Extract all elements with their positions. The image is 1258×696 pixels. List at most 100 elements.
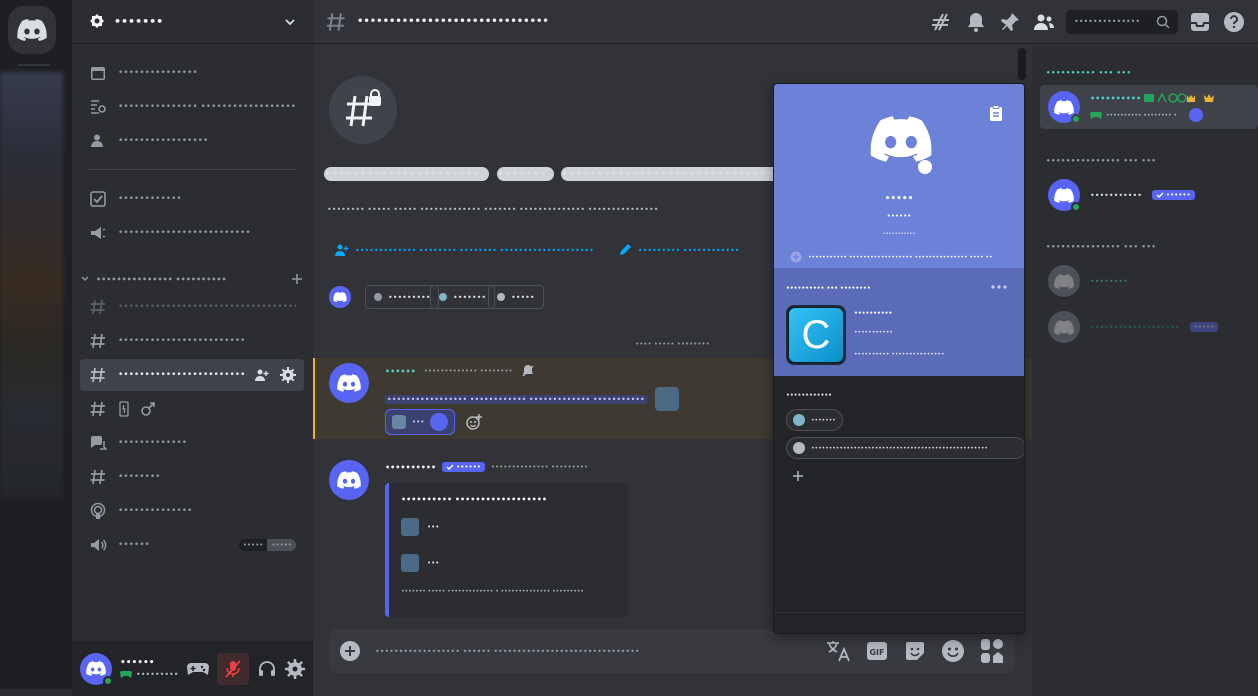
add-reaction-icon[interactable] [465, 413, 483, 431]
channel-item[interactable]: •••••••••••••• [80, 495, 304, 527]
bell-icon[interactable] [964, 10, 988, 34]
sidebar-item-events[interactable]: ••••••••••••••• [80, 57, 304, 89]
voice-channel-item[interactable]: •••••• ••••• ••••• [80, 529, 304, 561]
emoji-icon[interactable] [941, 639, 965, 663]
voice-user-count: ••••• ••••• [238, 539, 296, 551]
edit-channel-link[interactable]: ••••••••• •••••••••••• [618, 243, 740, 257]
message-author[interactable]: •••••••••• [385, 463, 436, 472]
avatar[interactable] [80, 652, 113, 686]
user-status: ••••••••• [120, 670, 179, 679]
welcome-description: •••••••• ••••• ••••• ••••••••••••• •••••… [327, 205, 659, 214]
microphone-muted-icon [225, 659, 241, 678]
male-sign-icon [141, 402, 155, 416]
add-role-icon[interactable] [792, 470, 804, 482]
hashtag-icon [90, 333, 105, 349]
inbox-icon[interactable] [1188, 10, 1212, 34]
clipboard-icon[interactable] [988, 105, 1004, 121]
gear-icon[interactable] [280, 367, 296, 383]
plus-icon[interactable] [290, 272, 304, 286]
member-item-offline[interactable]: ••••••••••••••••••• ••••• [1040, 305, 1258, 349]
reaction-button[interactable]: ••• [385, 409, 456, 435]
status-indicator [918, 160, 932, 174]
tag-dot [439, 293, 447, 301]
reactions: ••• [385, 409, 483, 435]
threads-icon[interactable] [930, 10, 954, 34]
welcome-links: ••••••••••••• •••••••• •••••••• ••••••••… [335, 243, 740, 257]
user-info[interactable]: •••••• ••••••••• [120, 658, 179, 679]
member-item-offline[interactable]: •••••••• [1040, 259, 1258, 303]
channel-label: ••••••••••••• [118, 438, 188, 448]
discord-logo-icon [870, 116, 932, 162]
sticker-icon[interactable] [903, 639, 927, 663]
role-chip[interactable]: ••••••••••••••••••••••••••••••••••••••••… [786, 437, 1024, 459]
discord-logo-icon [337, 471, 361, 489]
role-chip[interactable]: ••••••• [786, 409, 843, 431]
message-author[interactable]: •••••• [385, 367, 416, 376]
message-text: ••••••••••••••••• •••••••••••• •••••••••… [385, 394, 647, 404]
profile-avatar[interactable] [870, 116, 932, 174]
hashtag-icon [90, 401, 105, 417]
activity-app-icon [1189, 108, 1204, 122]
invite-link[interactable]: ••••••••••••• •••••••• •••••••• ••••••••… [335, 243, 594, 257]
channel-item[interactable]: •••••••••••••••••••••••• [80, 325, 304, 357]
help-icon[interactable] [1222, 10, 1246, 34]
member-list: •••••••••• ••• ••• •••••••••• ••••••••••… [1032, 45, 1258, 696]
search-input[interactable]: •••••••••••••• [1066, 9, 1178, 34]
sidebar-item-browse[interactable]: ••••••••••••••• •••••••••••••••••••••••• [80, 91, 304, 123]
member-item[interactable]: ••••••••••• •••••• [1040, 173, 1258, 217]
home-button[interactable] [8, 6, 56, 54]
channel-tag[interactable]: ••••••••• [365, 285, 440, 309]
pin-icon[interactable] [998, 10, 1022, 34]
plus-circle-icon[interactable] [339, 640, 361, 662]
gear-icon[interactable] [285, 658, 305, 679]
channel-tag[interactable]: ••••• [488, 285, 544, 309]
apps-icon[interactable] [979, 637, 1005, 665]
avatar[interactable] [329, 460, 369, 500]
channel-category[interactable]: ••••••••••••••• •••••••••• [80, 269, 304, 289]
headphones-icon[interactable] [257, 659, 277, 679]
avatar[interactable] [329, 286, 351, 308]
game-controller-icon[interactable] [187, 661, 209, 677]
more-icon[interactable] [990, 284, 1008, 290]
rail-separator [18, 64, 50, 66]
pencil-icon [619, 244, 631, 255]
gif-icon[interactable]: GIF [865, 639, 889, 663]
sidebar-item-boost[interactable]: ••••••••••••••••••••••••• [80, 217, 304, 249]
message-composer: •••••••••••••••••• •••••• ••••••••••••••… [329, 629, 1015, 673]
channel-item[interactable]: ••••••••••••• [80, 427, 304, 459]
emoji [401, 554, 419, 572]
server-header[interactable]: ••••••• [72, 0, 313, 44]
server-list-blurred[interactable] [0, 72, 63, 497]
sidebar-item-label: ••••••••••••••••• [118, 136, 209, 146]
member-item[interactable]: •••••••••• •••••••••• •••••••• • [1040, 85, 1258, 129]
channel-item[interactable]: •••••••••••••••••••••••••••••••••••••• [80, 291, 304, 323]
channel-sidebar: ••••••• ••••••••••••••• ••••••••••••••• … [72, 0, 313, 696]
chat-scrollbar[interactable] [1018, 48, 1026, 80]
game-icon: C [786, 305, 846, 365]
member-name: ••••••••••• [1090, 190, 1142, 200]
profile-meta: ••••••••••• •••••••••••••••••• •••••••••… [790, 251, 993, 263]
browse-channels-icon [91, 100, 106, 114]
member-name: ••••••••••••••••••• [1090, 322, 1180, 332]
sidebar-item-onboarding[interactable]: •••••••••••• [80, 183, 304, 215]
sidebar-item-label: ••••••••••••••• [118, 68, 198, 78]
mute-button[interactable] [217, 652, 249, 685]
channel-tag[interactable]: ••••••• [430, 285, 496, 309]
message-header: •••••• ••••••••••••• •••••••• [385, 364, 535, 378]
game-controller-icon [1090, 111, 1102, 119]
invite-icon[interactable] [254, 367, 270, 383]
sidebar-divider [88, 169, 296, 170]
sidebar-item-members[interactable]: ••••••••••••••••• [80, 125, 304, 157]
avatar[interactable] [329, 363, 369, 403]
translate-icon[interactable] [825, 639, 851, 663]
channel-label: ••••••••••••••••••••••••••• [118, 370, 244, 380]
channel-item[interactable]: •••••••• [80, 461, 304, 493]
channel-item[interactable] [80, 393, 304, 425]
game-logo: C [789, 308, 843, 362]
message-input[interactable]: •••••••••••••••••• •••••• ••••••••••••••… [375, 647, 811, 656]
channel-item-active[interactable]: ••••••••••••••••••••••••••• [80, 359, 304, 391]
channel-label: •••••••• [118, 472, 161, 482]
channel-label: •••••••••••••••••••••••• [118, 336, 246, 346]
chevron-down-icon[interactable] [283, 15, 297, 29]
member-list-icon[interactable] [1032, 10, 1056, 34]
